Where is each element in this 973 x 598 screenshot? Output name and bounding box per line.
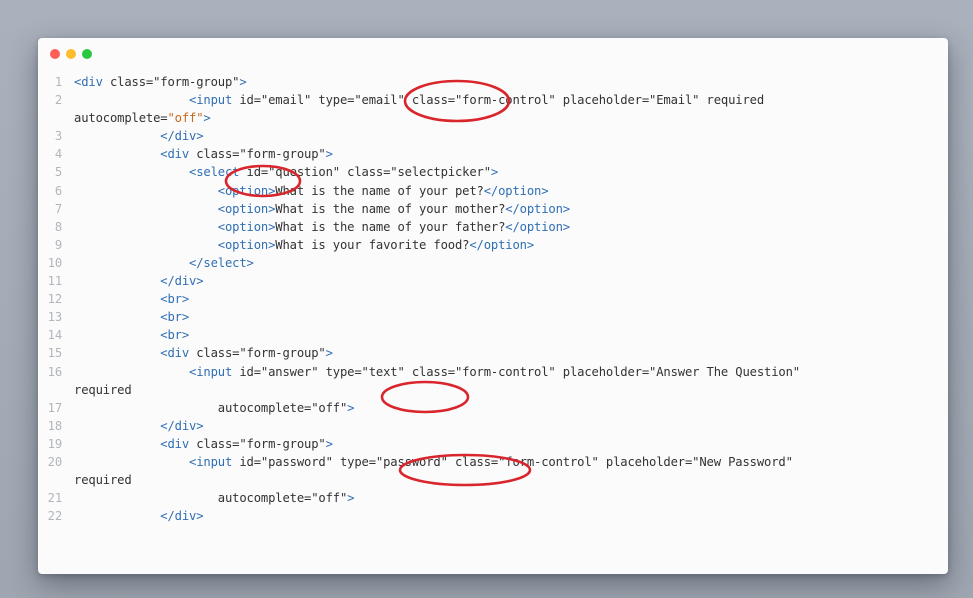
line-text: <div class="form-group">: [74, 75, 247, 89]
code-line: 4 <div class="form-group">: [38, 145, 948, 163]
line-number: 22: [47, 509, 63, 524]
line-text: </div>: [160, 418, 204, 433]
line-number: 21: [47, 491, 63, 506]
code-line: 10 </select>: [38, 254, 948, 272]
code-line: 12 <br>: [38, 290, 948, 308]
line-number: 5: [54, 165, 62, 180]
line-number: 10: [47, 255, 63, 270]
line-text: <br>: [160, 328, 189, 343]
line-number: [38, 109, 74, 127]
code-line: 13 <br>: [38, 308, 948, 326]
line-text: <br>: [160, 310, 189, 325]
line-number: [38, 381, 74, 399]
line-text: </select>: [189, 255, 254, 270]
line-text: required: [74, 473, 132, 488]
maximize-dot-icon[interactable]: [82, 49, 92, 59]
line-number: 7: [54, 201, 62, 216]
code-window: 1 <div class="form-group"> 2 <input id="em…: [38, 38, 948, 574]
code-line: 11 </div>: [38, 272, 948, 290]
line-text: </div>: [160, 129, 204, 144]
line-number: 11: [47, 274, 63, 289]
line-number: 18: [47, 418, 63, 433]
code-line: 8 <option>What is the name of your fathe…: [38, 218, 948, 236]
line-text: <input id="password" type="password" cla…: [189, 454, 793, 469]
line-number: 15: [47, 346, 63, 361]
line-text: <div class="form-group">: [160, 346, 333, 361]
code-line: 6 <option>What is the name of your pet?<…: [38, 182, 948, 200]
line-text: autocomplete="off">: [210, 400, 355, 415]
line-text: <option>What is the name of your pet?</o…: [217, 183, 549, 198]
line-text: <input id="answer" type="text" class="fo…: [189, 364, 800, 379]
line-number: 4: [54, 147, 62, 162]
line-text: <option>What is the name of your mother?…: [217, 201, 570, 216]
window-controls: [50, 49, 92, 61]
code-line: 21 autocomplete="off">: [38, 489, 948, 507]
line-number: 3: [54, 129, 62, 144]
code-line: 14 <br>: [38, 326, 948, 344]
line-text: <option>What is the name of your father?…: [217, 219, 570, 234]
line-number: 2: [54, 93, 62, 108]
code-line: 3 </div>: [38, 127, 948, 145]
code-line: 5 <select id="question" class="selectpic…: [38, 163, 948, 181]
line-number: 8: [54, 219, 62, 234]
line-text: <option>What is your favorite food?</opt…: [217, 237, 534, 252]
line-number: 9: [54, 237, 62, 252]
line-number: 1: [54, 75, 62, 89]
code-line: required: [38, 471, 948, 489]
close-dot-icon[interactable]: [50, 49, 60, 59]
line-text: </div>: [160, 509, 204, 524]
code-line: 1 <div class="form-group">: [38, 73, 948, 91]
line-number: 17: [47, 400, 63, 415]
line-text: </div>: [160, 274, 204, 289]
code-line: 9 <option>What is your favorite food?</o…: [38, 236, 948, 254]
code-line: 7 <option>What is the name of your mothe…: [38, 200, 948, 218]
code-line: 16 <input id="answer" type="text" class=…: [38, 363, 948, 381]
line-text: <div class="form-group">: [160, 436, 333, 451]
line-number: 6: [54, 183, 62, 198]
code-line: 15 <div class="form-group">: [38, 344, 948, 362]
line-text: <div class="form-group">: [160, 147, 333, 162]
line-number: 16: [47, 364, 63, 379]
line-text: autocomplete="off">: [74, 111, 211, 126]
code-block: 1 <div class="form-group"> 2 <input id="em…: [38, 73, 948, 525]
line-number: 13: [47, 310, 63, 325]
line-number: 19: [47, 436, 63, 451]
code-line: 18 </div>: [38, 417, 948, 435]
line-text: <input id="email" type="email" class="fo…: [189, 93, 764, 108]
minimize-dot-icon[interactable]: [66, 49, 76, 59]
line-text: autocomplete="off">: [210, 491, 355, 506]
code-line: 22 </div>: [38, 507, 948, 525]
line-number: 14: [47, 328, 63, 343]
code-line: autocomplete="off">: [38, 109, 948, 127]
line-number: 12: [47, 292, 63, 307]
line-text: <br>: [160, 292, 189, 307]
line-text: required: [74, 382, 132, 397]
line-number: 20: [47, 454, 63, 469]
code-line: 20 <input id="password" type="password" …: [38, 453, 948, 471]
line-number: [38, 471, 74, 489]
code-line: 19 <div class="form-group">: [38, 435, 948, 453]
line-text: <select id="question" class="selectpicke…: [189, 165, 499, 180]
code-line: required: [38, 381, 948, 399]
code-line: 2 <input id="email" type="email" class="…: [38, 91, 948, 109]
code-line: 17 autocomplete="off">: [38, 399, 948, 417]
